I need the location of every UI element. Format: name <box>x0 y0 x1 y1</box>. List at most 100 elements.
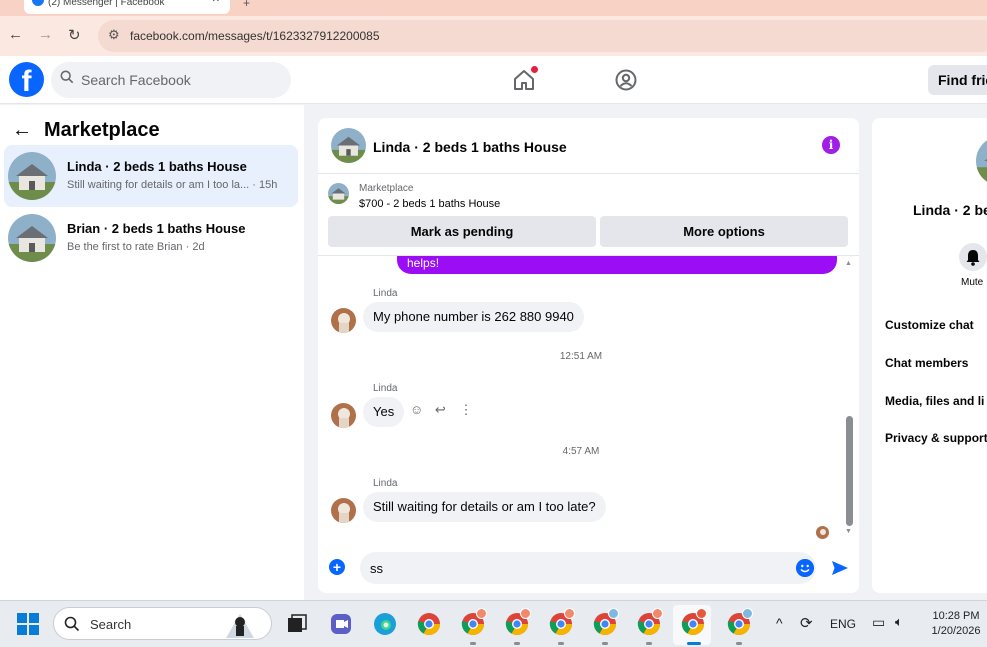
add-attachment-icon[interactable]: + <box>329 559 345 575</box>
find-friends-button[interactable]: Find frie <box>928 65 987 95</box>
tab-close-icon[interactable]: ✕ <box>212 0 220 5</box>
conversation-name: Linda · 2 beds 1 baths House <box>67 159 247 174</box>
emoji-icon[interactable] <box>796 559 814 577</box>
send-icon[interactable] <box>830 558 850 578</box>
avatar[interactable] <box>331 308 356 333</box>
react-emoji-icon[interactable]: ☺ <box>410 402 423 417</box>
back-arrow-icon[interactable]: ← <box>12 119 32 141</box>
avatar[interactable] <box>331 498 356 523</box>
url-text[interactable]: facebook.com/messages/t/1623327912200085 <box>130 29 380 43</box>
back-arrow-icon[interactable]: ← <box>8 26 23 43</box>
house-thumbnail <box>8 152 56 200</box>
edge-icon[interactable] <box>372 611 398 637</box>
message-composer: + <box>318 548 859 593</box>
teams-icon[interactable] <box>328 611 354 637</box>
browser-tab-strip: (2) Messenger | Facebook ✕ + <box>0 0 987 16</box>
new-tab-button[interactable]: + <box>243 0 250 10</box>
browser-toolbar: ← → ↻ ⚙ facebook.com/messages/t/16233279… <box>0 16 987 56</box>
clock-time: 10:28 PM <box>932 610 980 622</box>
chat-members-item[interactable]: Chat members <box>885 356 968 370</box>
conversation-item-linda[interactable]: Linda · 2 beds 1 baths House Still waiti… <box>4 145 298 207</box>
conversation-details-panel: Linda · 2 be Mute Customize chat Chat me… <box>872 118 987 593</box>
reload-icon[interactable]: ↻ <box>68 26 81 44</box>
chat-title[interactable]: Linda · 2 beds 1 baths House <box>373 139 567 155</box>
reply-icon[interactable]: ↩ <box>435 402 446 417</box>
seen-avatar <box>816 526 829 539</box>
facebook-logo-icon[interactable]: f <box>9 62 44 97</box>
task-view-icon[interactable] <box>284 611 310 637</box>
marketplace-conversation-list: ← Marketplace Linda · 2 beds 1 baths Hous… <box>0 105 304 600</box>
marketplace-heading: ← Marketplace <box>12 119 160 142</box>
message-timestamp: 4:57 AM <box>562 446 600 457</box>
running-indicator <box>470 642 476 645</box>
windows-taskbar: Search ^ ⟳ ENG ▭ 🔈︎ 10:28 PM 1/20/2026 <box>0 600 987 647</box>
running-indicator <box>514 642 520 645</box>
chrome-icon[interactable] <box>416 611 442 637</box>
details-name: Linda · 2 be <box>913 202 987 218</box>
media-files-item[interactable]: Media, files and li <box>885 394 984 408</box>
running-indicator <box>646 642 652 645</box>
forward-arrow-icon[interactable]: → <box>38 26 53 43</box>
message-timestamp: 12:51 AM <box>559 351 603 362</box>
system-clock[interactable]: 10:28 PM 1/20/2026 <box>925 609 987 639</box>
message-bubble[interactable]: Yes <box>363 397 405 427</box>
taskbar-search-placeholder: Search <box>90 617 132 632</box>
more-options-button[interactable]: More options <box>600 216 848 247</box>
house-thumbnail <box>8 214 56 262</box>
language-indicator[interactable]: ENG <box>830 617 856 631</box>
chevron-up-icon[interactable]: ^ <box>776 615 783 631</box>
info-icon[interactable]: i <box>822 136 840 154</box>
message-bubble[interactable]: Still waiting for details or am I too la… <box>363 492 606 522</box>
marketplace-title: Marketplace <box>44 119 160 141</box>
profile-badge-icon <box>742 608 753 619</box>
notification-dot <box>531 66 538 73</box>
avatar[interactable] <box>331 403 356 428</box>
facebook-search-input[interactable]: Search Facebook <box>51 62 291 98</box>
customize-chat-item[interactable]: Customize chat <box>885 318 974 332</box>
more-vertical-icon[interactable]: ⋮ <box>459 402 472 417</box>
listing-source: Marketplace <box>359 183 414 194</box>
mark-as-pending-button[interactable]: Mark as pending <box>328 216 596 247</box>
taskbar-search[interactable]: Search <box>53 607 272 640</box>
site-settings-icon[interactable]: ⚙ <box>108 27 120 43</box>
outgoing-message-bubble[interactable]: helps! <box>397 256 837 274</box>
scroll-up-icon[interactable]: ▲ <box>845 260 852 267</box>
listing-banner: Marketplace $700 - 2 beds 1 baths House … <box>318 174 859 256</box>
scroll-down-icon[interactable]: ▼ <box>845 528 852 535</box>
message-input[interactable] <box>360 552 816 584</box>
conversation-name: Brian · 2 beds 1 baths House <box>67 221 246 236</box>
network-icon[interactable]: ▭ <box>872 614 885 631</box>
mute-button[interactable] <box>959 243 987 271</box>
running-indicator <box>736 642 742 645</box>
clock-date: 1/20/2026 <box>931 625 981 637</box>
message-sender: Linda <box>373 383 398 394</box>
listing-thumbnail[interactable] <box>328 183 349 204</box>
mute-label: Mute <box>961 277 984 288</box>
bell-icon <box>966 250 980 266</box>
windows-start-icon[interactable] <box>17 613 39 635</box>
message-bubble[interactable]: My phone number is 262 880 9940 <box>363 302 584 332</box>
message-thread: helps! Linda My phone number is 262 880 … <box>318 256 859 546</box>
facebook-header: f Search Facebook Find frie <box>0 56 987 104</box>
privacy-support-item[interactable]: Privacy & support <box>885 431 987 445</box>
profile-badge-icon <box>652 608 663 619</box>
conversation-snippet: Be the first to rate Brian · 2d <box>67 241 205 253</box>
running-indicator <box>558 642 564 645</box>
message-sender: Linda <box>373 478 398 489</box>
friends-icon[interactable] <box>615 69 637 91</box>
profile-badge-icon <box>696 608 707 619</box>
details-house-thumbnail[interactable] <box>976 136 987 186</box>
tab-title: (2) Messenger | Facebook <box>48 0 165 8</box>
browser-tab[interactable]: (2) Messenger | Facebook ✕ <box>24 0 230 14</box>
sync-icon[interactable]: ⟳ <box>800 614 813 632</box>
active-indicator <box>687 642 701 645</box>
listing-title[interactable]: $700 - 2 beds 1 baths House <box>359 198 500 210</box>
profile-badge-icon <box>564 608 575 619</box>
profile-badge-icon <box>608 608 619 619</box>
chat-house-thumbnail[interactable] <box>331 128 366 163</box>
conversation-item-brian[interactable]: Brian · 2 beds 1 baths House Be the firs… <box>4 207 298 269</box>
facebook-favicon-icon <box>32 0 44 6</box>
address-bar[interactable]: ⚙ facebook.com/messages/t/16233279122000… <box>98 20 987 52</box>
volume-icon[interactable]: 🔈︎ <box>895 614 903 630</box>
scrollbar-thumb[interactable] <box>846 416 853 526</box>
